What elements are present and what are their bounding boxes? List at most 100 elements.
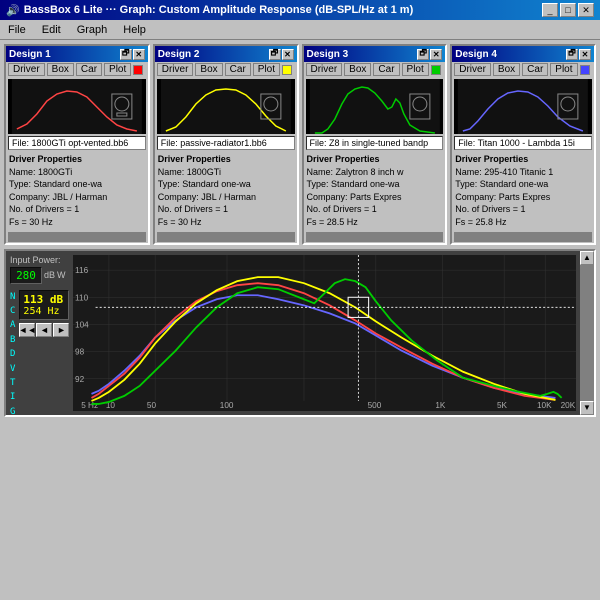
svg-text:5K: 5K: [497, 401, 508, 410]
panel-1-restore[interactable]: 🗗: [120, 49, 132, 60]
app-icon: 🔊: [6, 4, 20, 17]
panel-1-tab-car[interactable]: Car: [76, 63, 102, 76]
panel-4-fs: Fs = 25.8 Hz: [455, 217, 506, 227]
panel-3-title-bar: Design 3 🗗 ✕: [304, 46, 446, 62]
panel-3-scroll[interactable]: [306, 232, 444, 242]
panel-1-close[interactable]: ✕: [133, 49, 145, 60]
menu-graph[interactable]: Graph: [73, 23, 112, 37]
panel-2-tab-box[interactable]: Box: [195, 63, 222, 76]
panel-2-controls: 🗗 ✕: [269, 49, 294, 60]
close-button[interactable]: ✕: [578, 3, 594, 17]
panel-3-restore[interactable]: 🗗: [417, 49, 429, 60]
panel-2-restore[interactable]: 🗗: [269, 49, 281, 60]
bottom-section: Input Power: 280 dB W N C A B D V T I G: [4, 249, 596, 417]
maximize-button[interactable]: □: [560, 3, 576, 17]
panel-4-properties: Driver Properties Name: 295-410 Titanic …: [452, 151, 594, 231]
panel-1-title: Design 1: [9, 49, 51, 60]
panel-1-name: Name: 1800GTi: [9, 167, 72, 177]
panel-3-drivers: No. of Drivers = 1: [307, 204, 377, 214]
minimize-button[interactable]: _: [542, 3, 558, 17]
panel-3-tabs: Driver Box Car Plot: [304, 62, 446, 77]
scroll-down-btn[interactable]: ▼: [580, 401, 594, 415]
letter-a: A: [10, 318, 15, 332]
panel-2-tab-plot[interactable]: Plot: [253, 63, 280, 76]
panel-2-tab-driver[interactable]: Driver: [157, 63, 194, 76]
panel-2-type: Type: Standard one-wa: [158, 179, 251, 189]
panel-2-close[interactable]: ✕: [282, 49, 294, 60]
panel-3-company: Company: Parts Expres: [307, 192, 402, 202]
letters-column: N C A B D V T I G: [10, 290, 15, 420]
panel-4-tab-car[interactable]: Car: [522, 63, 548, 76]
panel-4-driver-label: Driver Properties: [455, 154, 528, 164]
panel-3-type: Type: Standard one-wa: [307, 179, 400, 189]
menu-file[interactable]: File: [4, 23, 30, 37]
menu-bar: File Edit Graph Help: [0, 20, 600, 40]
display-hz: 254 Hz: [23, 306, 65, 317]
panel-3-tab-driver[interactable]: Driver: [306, 63, 343, 76]
panel-3-driver-label: Driver Properties: [307, 154, 380, 164]
svg-text:50: 50: [147, 401, 157, 410]
panel-4-graph: [454, 79, 592, 134]
panel-3-tab-box[interactable]: Box: [344, 63, 371, 76]
input-power-label: Input Power:: [10, 255, 67, 265]
panel-1-properties: Driver Properties Name: 1800GTi Type: St…: [6, 151, 148, 231]
letter-n: N: [10, 290, 15, 304]
letter-d: D: [10, 347, 15, 361]
power-value[interactable]: 280: [10, 267, 42, 284]
panel-1-scroll[interactable]: [8, 232, 146, 242]
panel-3-tab-plot[interactable]: Plot: [402, 63, 429, 76]
panel-2-drivers: No. of Drivers = 1: [158, 204, 228, 214]
power-row: 280 dB W: [10, 267, 67, 284]
nav-prev[interactable]: ◄: [36, 323, 52, 337]
panel-1-file: File: 1800GTi opt-vented.bb6: [8, 136, 146, 150]
panel-4-color: [580, 65, 590, 75]
panel-4-tab-plot[interactable]: Plot: [550, 63, 577, 76]
panel-1-color: [133, 65, 143, 75]
panel-2-driver-label: Driver Properties: [158, 154, 231, 164]
panel-2-scroll[interactable]: [157, 232, 295, 242]
nav-next[interactable]: ►: [53, 323, 69, 337]
panel-1-tab-box[interactable]: Box: [47, 63, 74, 76]
letter-v: V: [10, 362, 15, 376]
nav-buttons: ◄◄ ◄ ►: [19, 323, 69, 337]
menu-help[interactable]: Help: [119, 23, 150, 37]
panel-4-name: Name: 295-410 Titanic 1: [455, 167, 553, 177]
panel-3-title: Design 3: [307, 49, 349, 60]
panel-4-tab-driver[interactable]: Driver: [454, 63, 491, 76]
display-box: 113 dB 254 Hz: [19, 290, 69, 320]
panel-1-drivers: No. of Drivers = 1: [9, 204, 79, 214]
panel-1-tab-driver[interactable]: Driver: [8, 63, 45, 76]
menu-edit[interactable]: Edit: [38, 23, 65, 37]
title-bar-left: 🔊 BassBox 6 Lite ··· Graph: Custom Ampli…: [6, 4, 413, 17]
design-panel-3: Design 3 🗗 ✕ Driver Box Car Plot: [302, 44, 448, 245]
panel-2-tab-car[interactable]: Car: [225, 63, 251, 76]
panel-2-color: [282, 65, 292, 75]
panel-1-type: Type: Standard one-wa: [9, 179, 102, 189]
right-scrollbar[interactable]: ▲ ▼: [580, 251, 594, 415]
scroll-up-btn[interactable]: ▲: [580, 251, 594, 265]
nav-prev-prev[interactable]: ◄◄: [19, 323, 35, 337]
panel-3-close[interactable]: ✕: [430, 49, 442, 60]
svg-text:92: 92: [75, 374, 85, 383]
panel-2-graph: [157, 79, 295, 134]
panel-4-restore[interactable]: 🗗: [566, 49, 578, 60]
panel-3-name: Name: Zalytron 8 inch w: [307, 167, 404, 177]
panel-4-tabs: Driver Box Car Plot: [452, 62, 594, 77]
panel-2-company: Company: JBL / Harman: [158, 192, 256, 202]
design-panel-2: Design 2 🗗 ✕ Driver Box Car Plot: [153, 44, 299, 245]
panel-1-tab-plot[interactable]: Plot: [104, 63, 131, 76]
panel-1-title-bar: Design 1 🗗 ✕: [6, 46, 148, 62]
panel-4-tab-box[interactable]: Box: [493, 63, 520, 76]
panel-2-name: Name: 1800GTi: [158, 167, 221, 177]
panel-2-properties: Driver Properties Name: 1800GTi Type: St…: [155, 151, 297, 231]
panel-4-company: Company: Parts Expres: [455, 192, 550, 202]
panel-1-driver-label: Driver Properties: [9, 154, 82, 164]
panel-2-file: File: passive-radiator1.bb6: [157, 136, 295, 150]
panel-3-tab-car[interactable]: Car: [373, 63, 399, 76]
panel-4-scroll[interactable]: [454, 232, 592, 242]
svg-text:10K: 10K: [537, 401, 552, 410]
panel-4-file: File: Titan 1000 - Lambda 15i: [454, 136, 592, 150]
left-controls: Input Power: 280 dB W N C A B D V T I G: [6, 251, 71, 415]
panel-4-close[interactable]: ✕: [579, 49, 591, 60]
svg-text:110: 110: [75, 293, 89, 302]
